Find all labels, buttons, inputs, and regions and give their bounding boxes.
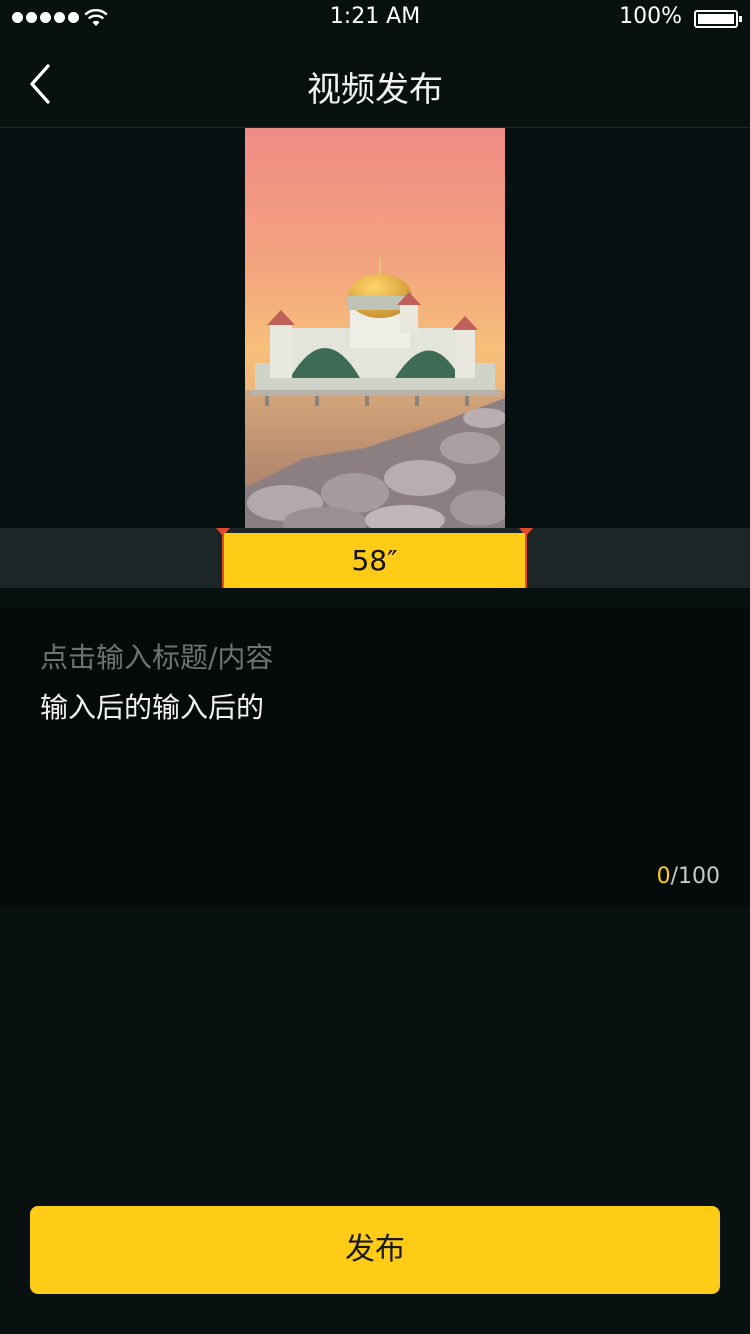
input-text[interactable]: 输入后的输入后的	[40, 686, 264, 726]
video-thumbnail[interactable]	[245, 128, 505, 533]
video-publish-screen: 1:21 AM 100% 视频发布 58″ 点击输入标题/内容 输入后的输入后的…	[0, 0, 750, 1334]
video-preview	[0, 128, 750, 533]
character-count-max: /100	[670, 864, 720, 889]
title-content-input[interactable]: 点击输入标题/内容 输入后的输入后的 0/100	[0, 608, 750, 908]
video-timeline: 58″	[0, 528, 750, 588]
input-placeholder: 点击输入标题/内容	[40, 641, 274, 674]
battery-icon	[694, 10, 742, 28]
battery-percent: 100%	[619, 4, 682, 29]
video-thumbnail-image	[245, 128, 505, 533]
status-bar: 1:21 AM 100%	[0, 0, 750, 40]
trim-selection[interactable]: 58″	[222, 533, 527, 588]
publish-button-label: 发布	[345, 1232, 405, 1267]
character-count-current: 0	[656, 864, 671, 889]
duration-label: 58″	[351, 544, 398, 577]
navigation-bar: 视频发布	[0, 40, 750, 128]
page-title: 视频发布	[307, 70, 443, 110]
publish-button[interactable]: 发布	[30, 1206, 720, 1294]
character-counter: 0/100	[657, 864, 720, 889]
